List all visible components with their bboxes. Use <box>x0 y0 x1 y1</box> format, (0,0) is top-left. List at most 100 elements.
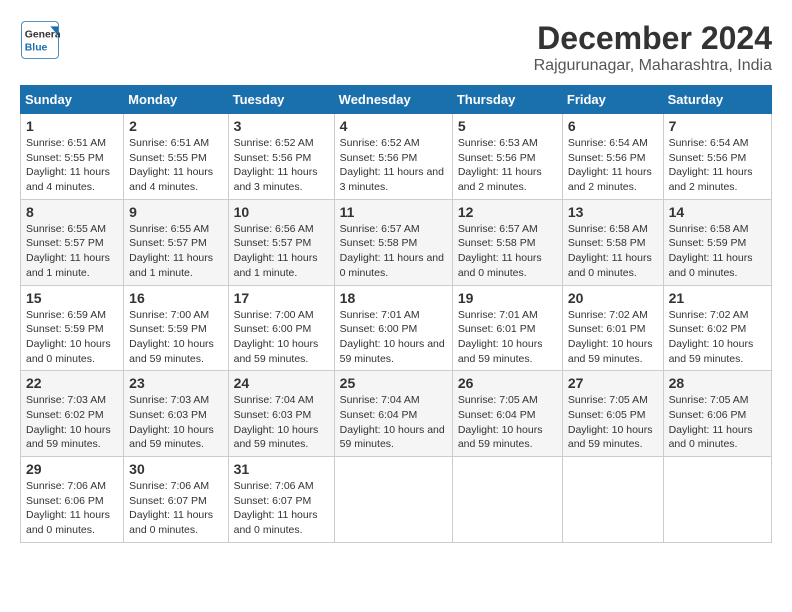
day-info: Sunrise: 6:57 AMSunset: 5:58 PMDaylight:… <box>458 222 557 281</box>
day-number: 19 <box>458 290 557 306</box>
calendar-table: SundayMondayTuesdayWednesdayThursdayFrid… <box>20 85 772 543</box>
day-number: 14 <box>669 204 766 220</box>
day-info: Sunrise: 7:05 AMSunset: 6:04 PMDaylight:… <box>458 393 557 452</box>
calendar-cell: 2Sunrise: 6:51 AMSunset: 5:55 PMDaylight… <box>124 114 228 200</box>
calendar-cell: 12 Sunrise: 6:57 AMSunset: 5:58 PMDayligh… <box>452 199 562 285</box>
day-info: Sunrise: 6:54 AMSunset: 5:56 PMDaylight:… <box>568 136 658 195</box>
calendar-cell: 15 Sunrise: 6:59 AMSunset: 5:59 PMDayligh… <box>21 285 124 371</box>
day-number: 22 <box>26 375 118 391</box>
day-info: Sunrise: 6:56 AMSunset: 5:57 PMDaylight:… <box>234 222 329 281</box>
calendar-cell: 28 Sunrise: 7:05 AMSunset: 6:06 PMDayligh… <box>663 371 771 457</box>
day-number: 21 <box>669 290 766 306</box>
page-title: December 2024 <box>534 20 772 57</box>
calendar-cell: 29 Sunrise: 7:06 AMSunset: 6:06 PMDayligh… <box>21 457 124 543</box>
day-info: Sunrise: 7:06 AMSunset: 6:06 PMDaylight:… <box>26 479 118 538</box>
day-number: 25 <box>340 375 447 391</box>
column-header-tuesday: Tuesday <box>228 86 334 114</box>
calendar-header-row: SundayMondayTuesdayWednesdayThursdayFrid… <box>21 86 772 114</box>
day-number: 27 <box>568 375 658 391</box>
calendar-cell: 11 Sunrise: 6:57 AMSunset: 5:58 PMDayligh… <box>334 199 452 285</box>
calendar-cell: 14Sunrise: 6:58 AMSunset: 5:59 PMDayligh… <box>663 199 771 285</box>
calendar-cell <box>663 457 771 543</box>
calendar-cell: 19 Sunrise: 7:01 AMSunset: 6:01 PMDayligh… <box>452 285 562 371</box>
calendar-week-row: 1Sunrise: 6:51 AMSunset: 5:55 PMDaylight… <box>21 114 772 200</box>
column-header-monday: Monday <box>124 86 228 114</box>
day-info: Sunrise: 7:02 AMSunset: 6:01 PMDaylight:… <box>568 308 658 367</box>
day-info: Sunrise: 7:00 AMSunset: 5:59 PMDaylight:… <box>129 308 222 367</box>
column-header-wednesday: Wednesday <box>334 86 452 114</box>
calendar-week-row: 22Sunrise: 7:03 AMSunset: 6:02 PMDayligh… <box>21 371 772 457</box>
calendar-cell: 20 Sunrise: 7:02 AMSunset: 6:01 PMDayligh… <box>562 285 663 371</box>
calendar-cell: 17Sunrise: 7:00 AMSunset: 6:00 PMDayligh… <box>228 285 334 371</box>
calendar-cell: 10 Sunrise: 6:56 AMSunset: 5:57 PMDayligh… <box>228 199 334 285</box>
day-number: 6 <box>568 118 658 134</box>
calendar-cell: 25 Sunrise: 7:04 AMSunset: 6:04 PMDayligh… <box>334 371 452 457</box>
calendar-cell: 6 Sunrise: 6:54 AMSunset: 5:56 PMDaylight… <box>562 114 663 200</box>
day-number: 16 <box>129 290 222 306</box>
day-info: Sunrise: 6:52 AMSunset: 5:56 PMDaylight:… <box>340 136 447 195</box>
day-number: 23 <box>129 375 222 391</box>
calendar-cell <box>452 457 562 543</box>
calendar-cell: 13 Sunrise: 6:58 AMSunset: 5:58 PMDayligh… <box>562 199 663 285</box>
day-info: Sunrise: 7:04 AMSunset: 6:04 PMDaylight:… <box>340 393 447 452</box>
calendar-cell: 27Sunrise: 7:05 AMSunset: 6:05 PMDayligh… <box>562 371 663 457</box>
day-info: Sunrise: 6:58 AMSunset: 5:58 PMDaylight:… <box>568 222 658 281</box>
day-number: 2 <box>129 118 222 134</box>
day-number: 5 <box>458 118 557 134</box>
day-number: 4 <box>340 118 447 134</box>
logo-icon: General Blue <box>20 20 60 60</box>
calendar-cell: 21 Sunrise: 7:02 AMSunset: 6:02 PMDayligh… <box>663 285 771 371</box>
day-number: 13 <box>568 204 658 220</box>
day-number: 3 <box>234 118 329 134</box>
day-number: 28 <box>669 375 766 391</box>
day-number: 15 <box>26 290 118 306</box>
calendar-cell: 22Sunrise: 7:03 AMSunset: 6:02 PMDayligh… <box>21 371 124 457</box>
calendar-cell: 30Sunrise: 7:06 AMSunset: 6:07 PMDayligh… <box>124 457 228 543</box>
day-info: Sunrise: 6:59 AMSunset: 5:59 PMDaylight:… <box>26 308 118 367</box>
day-info: Sunrise: 6:55 AMSunset: 5:57 PMDaylight:… <box>129 222 222 281</box>
calendar-week-row: 8 Sunrise: 6:55 AMSunset: 5:57 PMDaylight… <box>21 199 772 285</box>
day-info: Sunrise: 6:54 AMSunset: 5:56 PMDaylight:… <box>669 136 766 195</box>
day-number: 10 <box>234 204 329 220</box>
day-info: Sunrise: 6:57 AMSunset: 5:58 PMDaylight:… <box>340 222 447 281</box>
day-info: Sunrise: 7:05 AMSunset: 6:06 PMDaylight:… <box>669 393 766 452</box>
day-info: Sunrise: 7:06 AMSunset: 6:07 PMDaylight:… <box>234 479 329 538</box>
day-number: 20 <box>568 290 658 306</box>
day-info: Sunrise: 7:06 AMSunset: 6:07 PMDaylight:… <box>129 479 222 538</box>
calendar-cell: 16 Sunrise: 7:00 AMSunset: 5:59 PMDayligh… <box>124 285 228 371</box>
logo: General Blue <box>20 20 64 60</box>
day-info: Sunrise: 7:04 AMSunset: 6:03 PMDaylight:… <box>234 393 329 452</box>
calendar-cell: 1Sunrise: 6:51 AMSunset: 5:55 PMDaylight… <box>21 114 124 200</box>
day-number: 12 <box>458 204 557 220</box>
day-info: Sunrise: 7:01 AMSunset: 6:00 PMDaylight:… <box>340 308 447 367</box>
column-header-sunday: Sunday <box>21 86 124 114</box>
day-number: 24 <box>234 375 329 391</box>
day-info: Sunrise: 7:03 AMSunset: 6:03 PMDaylight:… <box>129 393 222 452</box>
svg-text:Blue: Blue <box>25 42 48 53</box>
calendar-week-row: 29 Sunrise: 7:06 AMSunset: 6:06 PMDayligh… <box>21 457 772 543</box>
calendar-cell: 23 Sunrise: 7:03 AMSunset: 6:03 PMDayligh… <box>124 371 228 457</box>
calendar-cell: 18 Sunrise: 7:01 AMSunset: 6:00 PMDayligh… <box>334 285 452 371</box>
calendar-cell: 7Sunrise: 6:54 AMSunset: 5:56 PMDaylight… <box>663 114 771 200</box>
day-number: 17 <box>234 290 329 306</box>
calendar-body: 1Sunrise: 6:51 AMSunset: 5:55 PMDaylight… <box>21 114 772 543</box>
calendar-cell: 26Sunrise: 7:05 AMSunset: 6:04 PMDayligh… <box>452 371 562 457</box>
calendar-cell: 24 Sunrise: 7:04 AMSunset: 6:03 PMDayligh… <box>228 371 334 457</box>
calendar-cell: 31 Sunrise: 7:06 AMSunset: 6:07 PMDayligh… <box>228 457 334 543</box>
day-info: Sunrise: 6:55 AMSunset: 5:57 PMDaylight:… <box>26 222 118 281</box>
day-number: 31 <box>234 461 329 477</box>
day-number: 18 <box>340 290 447 306</box>
calendar-cell: 9Sunrise: 6:55 AMSunset: 5:57 PMDaylight… <box>124 199 228 285</box>
calendar-cell <box>334 457 452 543</box>
day-info: Sunrise: 6:53 AMSunset: 5:56 PMDaylight:… <box>458 136 557 195</box>
day-info: Sunrise: 7:01 AMSunset: 6:01 PMDaylight:… <box>458 308 557 367</box>
calendar-week-row: 15 Sunrise: 6:59 AMSunset: 5:59 PMDayligh… <box>21 285 772 371</box>
day-number: 11 <box>340 204 447 220</box>
day-number: 29 <box>26 461 118 477</box>
day-info: Sunrise: 6:52 AMSunset: 5:56 PMDaylight:… <box>234 136 329 195</box>
day-info: Sunrise: 7:02 AMSunset: 6:02 PMDaylight:… <box>669 308 766 367</box>
page-header: General Blue December 2024 Rajgurunagar,… <box>20 20 772 75</box>
day-number: 8 <box>26 204 118 220</box>
calendar-cell: 8 Sunrise: 6:55 AMSunset: 5:57 PMDaylight… <box>21 199 124 285</box>
column-header-friday: Friday <box>562 86 663 114</box>
